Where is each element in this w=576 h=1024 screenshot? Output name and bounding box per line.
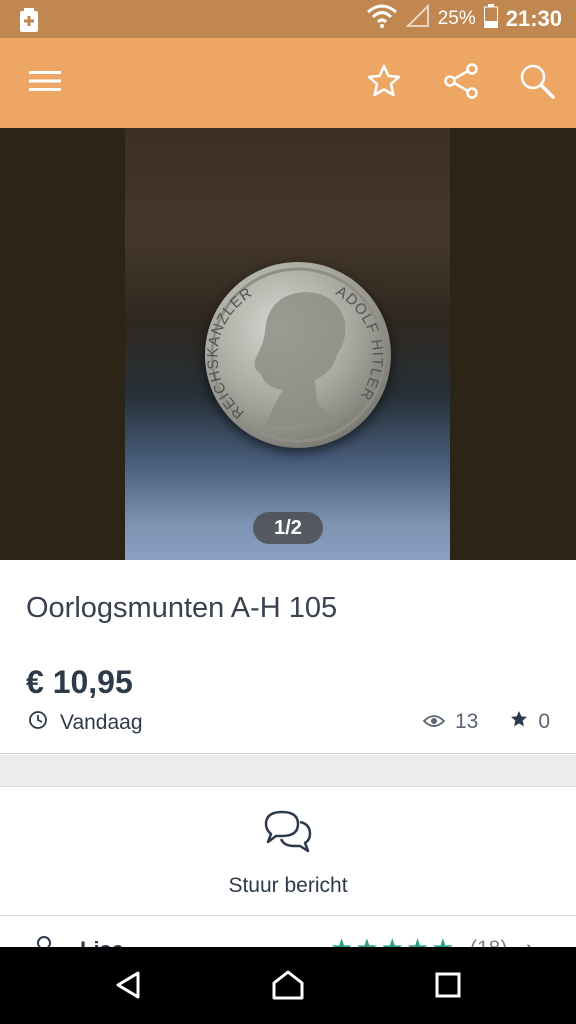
svg-text:REICHSKANZLER: REICHSKANZLER [205, 284, 256, 422]
favorite-star-icon [510, 710, 528, 734]
system-nav-bar [0, 947, 576, 1024]
image-counter: 1/2 [253, 512, 323, 544]
section-divider [0, 755, 576, 787]
listing-date: Vandaag [60, 711, 143, 734]
rating-stars: ★★★★★ [330, 933, 457, 947]
coin-inscription-left: REICHSKANZLER [205, 284, 255, 422]
search-icon [519, 63, 555, 104]
favorite-button[interactable] [357, 56, 411, 110]
view-count: 13 [454, 710, 479, 733]
coin-image: REICHSKANZLER ADOLF HITLER [205, 262, 391, 448]
recents-button[interactable] [428, 969, 468, 1005]
signal-icon [405, 3, 430, 34]
search-button[interactable] [510, 56, 564, 110]
home-icon [271, 969, 305, 1006]
share-button[interactable] [434, 56, 488, 110]
share-icon [443, 62, 479, 104]
seller-row[interactable]: Lisa ★★★★★ (18) › [0, 917, 576, 947]
clock: 21:30 [505, 6, 562, 31]
app-bar [0, 38, 576, 128]
favorite-count: 0 [538, 710, 550, 733]
clock-icon [28, 710, 48, 736]
listing-details: Oorlogsmunten A-H 105 € 10,95 Vandaag 13 [0, 560, 576, 754]
star-icon [367, 64, 401, 103]
menu-icon [29, 69, 61, 98]
back-icon [114, 970, 142, 1005]
battery-icon [483, 4, 498, 34]
send-message-button[interactable]: Stuur bericht [0, 788, 576, 916]
chevron-right-icon: › [526, 935, 533, 947]
seller-name: Lisa [80, 937, 124, 947]
menu-button[interactable] [18, 56, 72, 110]
wifi-icon [366, 4, 398, 34]
home-button[interactable] [268, 969, 308, 1005]
recents-icon [434, 971, 462, 1004]
battery-charge-icon [20, 8, 38, 37]
send-message-label: Stuur bericht [228, 874, 348, 897]
listing-title: Oorlogsmunten A-H 105 [26, 592, 338, 624]
rating-count: (18) [470, 937, 507, 947]
listing-price: € 10,95 [26, 664, 133, 700]
user-icon [34, 935, 54, 947]
eye-icon [422, 710, 446, 734]
status-bar: 25% 21:30 [0, 0, 576, 38]
battery-percent: 25% [437, 8, 476, 29]
chat-icon [262, 808, 314, 863]
back-button[interactable] [108, 969, 148, 1005]
